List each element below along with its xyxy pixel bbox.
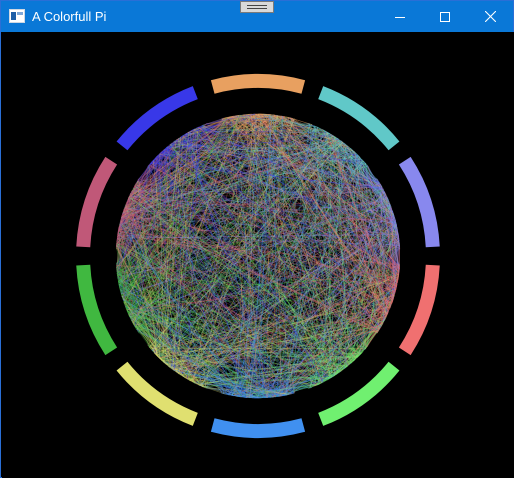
- ring-segment-2: [398, 156, 440, 248]
- pi-visualization-canvas: [2, 32, 514, 478]
- digit-chords: [115, 113, 401, 399]
- ring-segment-0: [210, 74, 306, 94]
- app-window-icon: [9, 9, 25, 23]
- maximize-icon: [439, 11, 450, 22]
- app-window: A Colorfull Pi: [0, 0, 514, 478]
- title-bar[interactable]: A Colorfull Pi: [1, 1, 513, 32]
- ring-segment-3: [398, 264, 440, 356]
- minimize-button[interactable]: [377, 1, 422, 32]
- window-grab-handle[interactable]: [240, 1, 274, 13]
- close-icon: [485, 11, 496, 22]
- minimize-icon: [394, 12, 405, 22]
- ring-segment-7: [76, 264, 118, 356]
- digit-chord: [258, 113, 271, 115]
- ring-segment-8: [76, 156, 118, 248]
- maximize-button[interactable]: [422, 1, 467, 32]
- window-title: A Colorfull Pi: [32, 9, 107, 24]
- ring-segment-5: [210, 418, 306, 438]
- close-button[interactable]: [468, 1, 513, 32]
- pi-visualization: [76, 74, 440, 438]
